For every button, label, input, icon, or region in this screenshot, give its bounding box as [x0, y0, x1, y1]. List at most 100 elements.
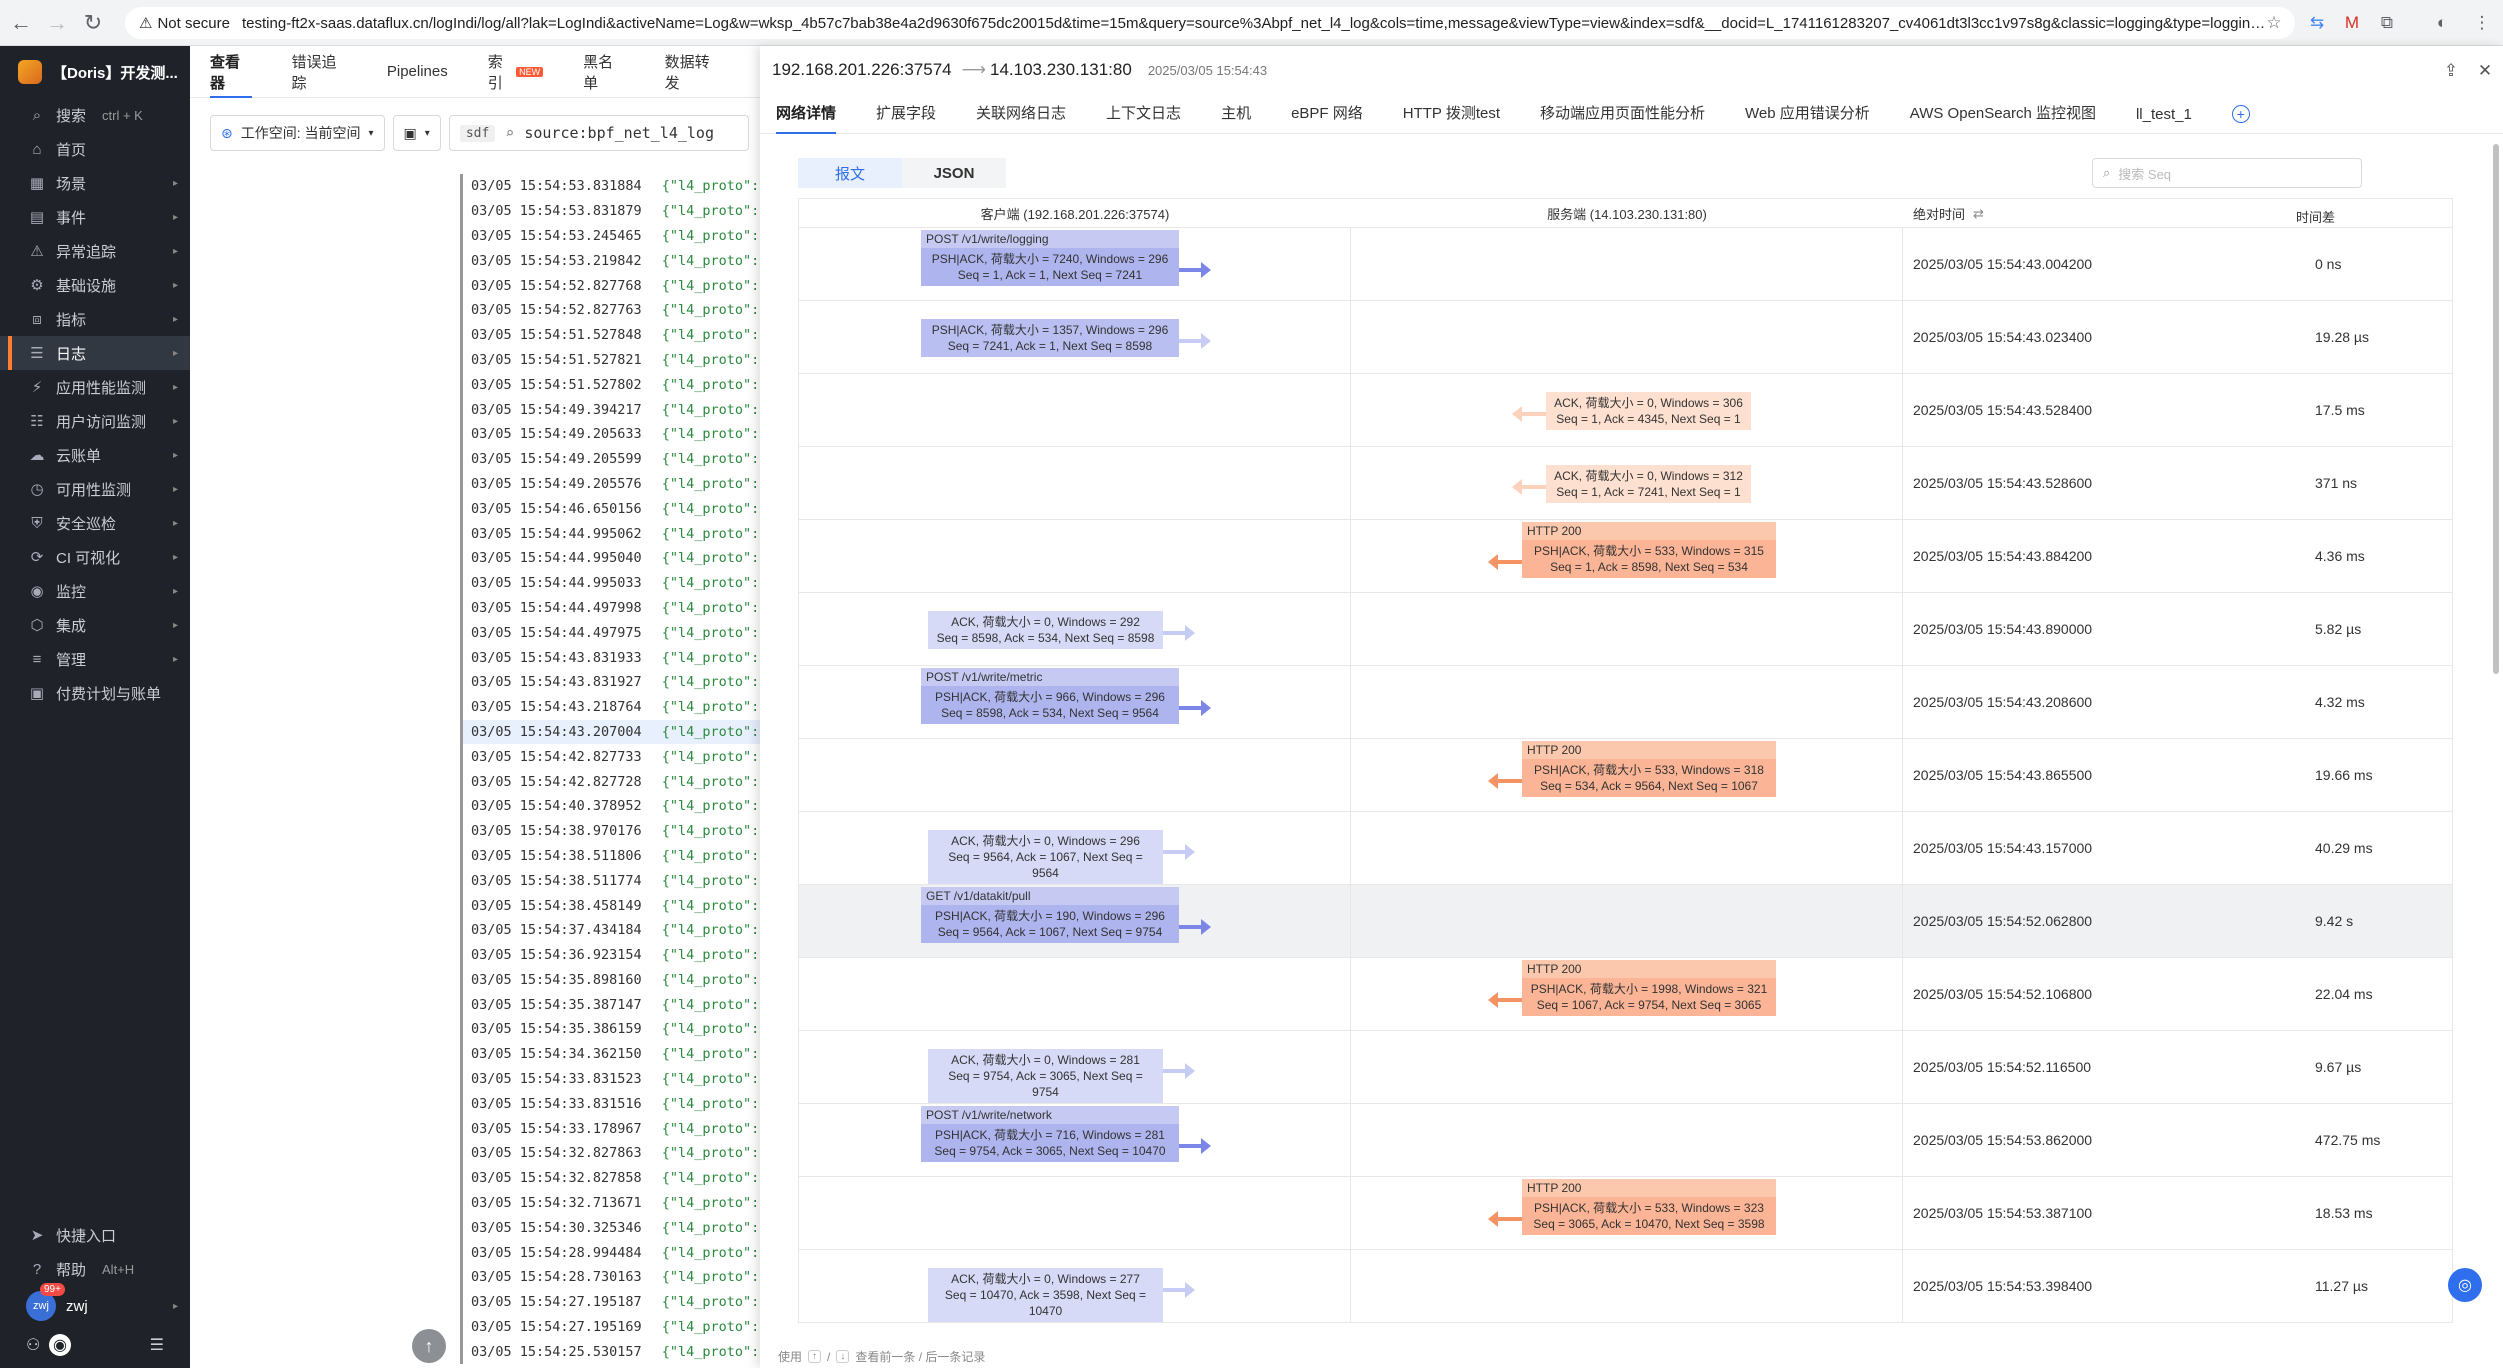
log-row[interactable]: 03/05 15:54:49.205633 {"l4_proto":" — [460, 421, 767, 447]
menu-icon[interactable]: ⋮ — [2470, 11, 2494, 35]
log-row[interactable]: 03/05 15:54:44.497998 {"l4_proto":" — [460, 595, 767, 621]
packet-row[interactable]: ACK, 荷载大小 = 0, Windows = 277 Seq = 10470,… — [798, 1249, 2453, 1323]
assistant-button[interactable]: ◎ — [2448, 1268, 2482, 1302]
log-row[interactable]: 03/05 15:54:52.827763 {"l4_proto":" — [460, 297, 767, 323]
query-input[interactable]: sdf ⌕ source:bpf_net_l4_log — [448, 115, 749, 151]
translate-icon[interactable]: ⇆ — [2305, 11, 2329, 35]
workspace-switcher[interactable]: 【Doris】开发测... — [0, 46, 190, 98]
workspace-select[interactable]: ⊛ 工作空间: 当前空间 ▾ — [210, 115, 385, 151]
sidebar-item-issue[interactable]: ⚠ 异常追踪 ▸ — [0, 234, 190, 268]
packet-row[interactable]: HTTP 200 PSH|ACK, 荷载大小 = 1998, Windows = … — [798, 957, 2453, 1031]
sidebar-item-dial[interactable]: ◷ 可用性监测 ▸ — [0, 472, 190, 506]
packet-row[interactable]: HTTP 200 PSH|ACK, 荷载大小 = 533, Windows = 3… — [798, 738, 2453, 812]
tab-drawer-5[interactable]: eBPF 网络 — [1291, 102, 1363, 133]
packet-row[interactable]: ACK, 荷载大小 = 0, Windows = 306 Seq = 1, Ack… — [798, 373, 2453, 447]
packet-row[interactable]: HTTP 200 PSH|ACK, 荷载大小 = 533, Windows = 3… — [798, 519, 2453, 593]
sidebar-item-log[interactable]: ☰ 日志 ▸ — [0, 336, 190, 370]
tab-explorer-1[interactable]: 错误追踪 — [292, 46, 347, 98]
packet-response[interactable]: HTTP 200 PSH|ACK, 荷载大小 = 533, Windows = 3… — [1522, 522, 1776, 578]
log-row[interactable]: 03/05 15:54:43.207004 {"l4_proto":" — [460, 719, 767, 745]
tab-explorer-3[interactable]: 索引 NEW — [488, 46, 544, 98]
packet-request[interactable]: GET /v1/datakit/pull PSH|ACK, 荷载大小 = 190,… — [921, 887, 1179, 943]
log-row[interactable]: 03/05 15:54:43.831927 {"l4_proto":" — [460, 669, 767, 695]
packet-request[interactable]: POST /v1/write/network PSH|ACK, 荷载大小 = 71… — [921, 1106, 1179, 1162]
sidebar-item-plan[interactable]: ▣ 付费计划与账单 — [0, 676, 190, 710]
log-row[interactable]: 03/05 15:54:33.178967 {"l4_proto":" — [460, 1116, 767, 1142]
tab-drawer-4[interactable]: 主机 — [1221, 102, 1251, 133]
log-row[interactable]: 03/05 15:54:53.245465 {"l4_proto":" — [460, 223, 767, 249]
sidebar-item-infra[interactable]: ⚙ 基础设施 ▸ — [0, 268, 190, 302]
packet-request[interactable]: POST /v1/write/logging PSH|ACK, 荷载大小 = 72… — [921, 230, 1179, 286]
close-icon[interactable]: ✕ — [2472, 58, 2498, 84]
log-row[interactable]: 03/05 15:54:42.827733 {"l4_proto":" — [460, 744, 767, 770]
log-row[interactable]: 03/05 15:54:49.205576 {"l4_proto":" — [460, 471, 767, 497]
tab-explorer-5[interactable]: 数据转发 — [665, 46, 720, 98]
sidebar-item-help[interactable]: ? 帮助 Alt+H — [0, 1252, 190, 1286]
tab-drawer-7[interactable]: 移动端应用页面性能分析 — [1540, 102, 1705, 133]
log-row[interactable]: 03/05 15:54:51.527821 {"l4_proto":" — [460, 347, 767, 373]
tab-drawer-9[interactable]: AWS OpenSearch 监控视图 — [1910, 102, 2096, 133]
sidebar-search[interactable]: ⌕ 搜索 ctrl + K — [0, 98, 190, 132]
sidebar-item-apm[interactable]: ⚡ 应用性能监测 ▸ — [0, 370, 190, 404]
packet-row[interactable]: ACK, 荷载大小 = 0, Windows = 296 Seq = 9564, … — [798, 811, 2453, 885]
add-tab-icon[interactable]: + — [2231, 105, 2250, 123]
sidebar-item-ci[interactable]: ⟳ CI 可视化 ▸ — [0, 540, 190, 574]
packet-response[interactable]: HTTP 200 PSH|ACK, 荷载大小 = 533, Windows = 3… — [1522, 741, 1776, 797]
tab-drawer-0[interactable]: 网络详情 — [776, 102, 837, 134]
log-row[interactable]: 03/05 15:54:37.434184 {"l4_proto":" — [460, 917, 767, 943]
sidebar-item-metric[interactable]: ⧈ 指标 ▸ — [0, 302, 190, 336]
log-row[interactable]: 03/05 15:54:44.497975 {"l4_proto":" — [460, 620, 767, 646]
log-row[interactable]: 03/05 15:54:46.650156 {"l4_proto":" — [460, 496, 767, 522]
sidebar-item-rum[interactable]: ☷ 用户访问监测 ▸ — [0, 404, 190, 438]
seq-search-input[interactable]: ⌕ 搜索 Seq — [2092, 158, 2362, 188]
sort-icon[interactable]: ⇄ — [1973, 206, 1984, 222]
packet-request[interactable]: ACK, 荷载大小 = 0, Windows = 277 Seq = 10470,… — [928, 1268, 1163, 1322]
packet-request[interactable]: ACK, 荷载大小 = 0, Windows = 296 Seq = 9564, … — [928, 830, 1163, 884]
log-row[interactable]: 03/05 15:54:51.527848 {"l4_proto":" — [460, 322, 767, 348]
tab-drawer-2[interactable]: 关联网络日志 — [976, 102, 1066, 133]
packet-row[interactable]: HTTP 200 PSH|ACK, 荷载大小 = 533, Windows = 3… — [798, 1176, 2453, 1250]
sidebar-item-manage[interactable]: ≡ 管理 ▸ — [0, 642, 190, 676]
log-row[interactable]: 03/05 15:54:27.195169 {"l4_proto":" — [460, 1314, 767, 1340]
packet-row[interactable]: GET /v1/datakit/pull PSH|ACK, 荷载大小 = 190,… — [798, 884, 2453, 958]
log-row[interactable]: 03/05 15:54:35.898160 {"l4_proto":" — [460, 967, 767, 993]
sidebar-item-scene[interactable]: ▦ 场景 ▸ — [0, 166, 190, 200]
packet-request[interactable]: PSH|ACK, 荷载大小 = 1357, Windows = 296 Seq =… — [921, 319, 1179, 357]
packet-row[interactable]: POST /v1/write/network PSH|ACK, 荷载大小 = 71… — [798, 1103, 2453, 1177]
sidebar-item-shortcut[interactable]: ➤ 快捷入口 — [0, 1218, 190, 1252]
tab-drawer-6[interactable]: HTTP 拨测test — [1403, 102, 1500, 133]
scroll-to-top-button[interactable]: ↑ — [412, 1329, 446, 1363]
log-row[interactable]: 03/05 15:54:38.511806 {"l4_proto":" — [460, 843, 767, 869]
log-row[interactable]: 03/05 15:54:43.831933 {"l4_proto":" — [460, 645, 767, 670]
log-row[interactable]: 03/05 15:54:38.458149 {"l4_proto":" — [460, 893, 767, 918]
log-row[interactable]: 03/05 15:54:33.831523 {"l4_proto":" — [460, 1066, 767, 1092]
log-row[interactable]: 03/05 15:54:28.730163 {"l4_proto":" — [460, 1265, 767, 1290]
log-row[interactable]: 03/05 15:54:43.218764 {"l4_proto":" — [460, 694, 767, 720]
tab-drawer-8[interactable]: Web 应用错误分析 — [1745, 102, 1870, 133]
tab-explorer-0[interactable]: 查看器 — [210, 46, 252, 98]
log-row[interactable]: 03/05 15:54:35.386159 {"l4_proto":" — [460, 1017, 767, 1042]
sidebar-item-bill[interactable]: ☁ 云账单 ▸ — [0, 438, 190, 472]
collapse-sidebar-icon[interactable]: ☰ — [150, 1335, 164, 1355]
log-row[interactable]: 03/05 15:54:34.362150 {"l4_proto":" — [460, 1041, 767, 1067]
sidebar-item-home[interactable]: ⌂ 首页 — [0, 132, 190, 166]
log-row[interactable]: 03/05 15:54:53.831879 {"l4_proto":" — [460, 198, 767, 224]
sidebar-item-monitor[interactable]: ◉ 监控 ▸ — [0, 574, 190, 608]
log-row[interactable]: 03/05 15:54:53.831884 {"l4_proto":" — [460, 174, 767, 199]
sidebar-item-security[interactable]: ⛨ 安全巡检 ▸ — [0, 506, 190, 540]
packet-row[interactable]: PSH|ACK, 荷载大小 = 1357, Windows = 296 Seq =… — [798, 300, 2453, 374]
log-row[interactable]: 03/05 15:54:40.378952 {"l4_proto":" — [460, 793, 767, 819]
tab-packets[interactable]: 报文 — [798, 158, 902, 188]
log-row[interactable]: 03/05 15:54:38.511774 {"l4_proto":" — [460, 868, 767, 894]
log-row[interactable]: 03/05 15:54:33.831516 {"l4_proto":" — [460, 1091, 767, 1117]
extensions-icon[interactable]: ⧉ — [2375, 11, 2399, 35]
log-row[interactable]: 03/05 15:54:49.394217 {"l4_proto":" — [460, 397, 767, 422]
packet-request[interactable]: ACK, 荷载大小 = 0, Windows = 292 Seq = 8598, … — [928, 611, 1163, 649]
packet-response[interactable]: HTTP 200 PSH|ACK, 荷载大小 = 533, Windows = 3… — [1522, 1179, 1776, 1235]
tab-json[interactable]: JSON — [902, 158, 1006, 188]
log-row[interactable]: 03/05 15:54:38.970176 {"l4_proto":" — [460, 818, 767, 844]
log-row[interactable]: 03/05 15:54:42.827728 {"l4_proto":" — [460, 769, 767, 794]
log-row[interactable]: 03/05 15:54:35.387147 {"l4_proto":" — [460, 992, 767, 1018]
log-row[interactable]: 03/05 15:54:49.205599 {"l4_proto":" — [460, 446, 767, 472]
tab-drawer-10[interactable]: ll_test_1 — [2136, 106, 2192, 133]
